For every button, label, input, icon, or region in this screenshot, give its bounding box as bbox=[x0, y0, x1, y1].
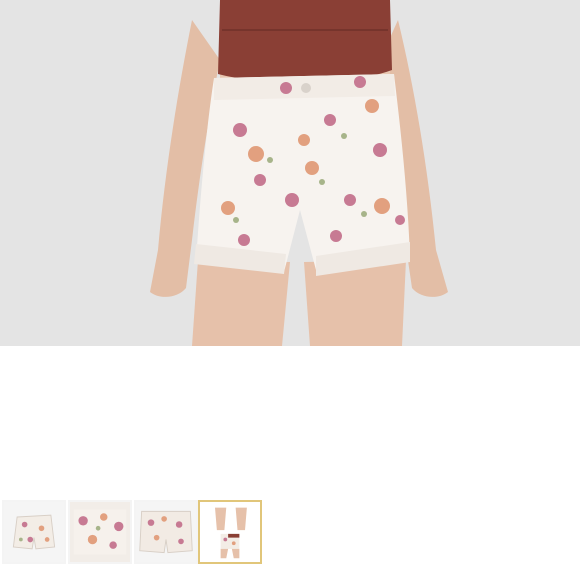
floral-shorts-flat-photo-icon bbox=[4, 502, 64, 562]
main-product-image[interactable] bbox=[0, 0, 580, 346]
thumbnail-1[interactable] bbox=[2, 500, 66, 564]
thumbnail-3[interactable] bbox=[134, 500, 198, 564]
floral-shorts-detail-photo-icon bbox=[70, 502, 130, 562]
image-viewer bbox=[0, 0, 580, 580]
thumbnail-4-selected[interactable] bbox=[198, 500, 262, 564]
thumbnail-strip bbox=[0, 496, 580, 572]
floral-shorts-photo-icon bbox=[0, 0, 580, 346]
floral-shorts-back-photo-icon bbox=[136, 502, 196, 562]
floral-shorts-model-photo-icon bbox=[200, 502, 260, 562]
thumbnail-2[interactable] bbox=[68, 500, 132, 564]
